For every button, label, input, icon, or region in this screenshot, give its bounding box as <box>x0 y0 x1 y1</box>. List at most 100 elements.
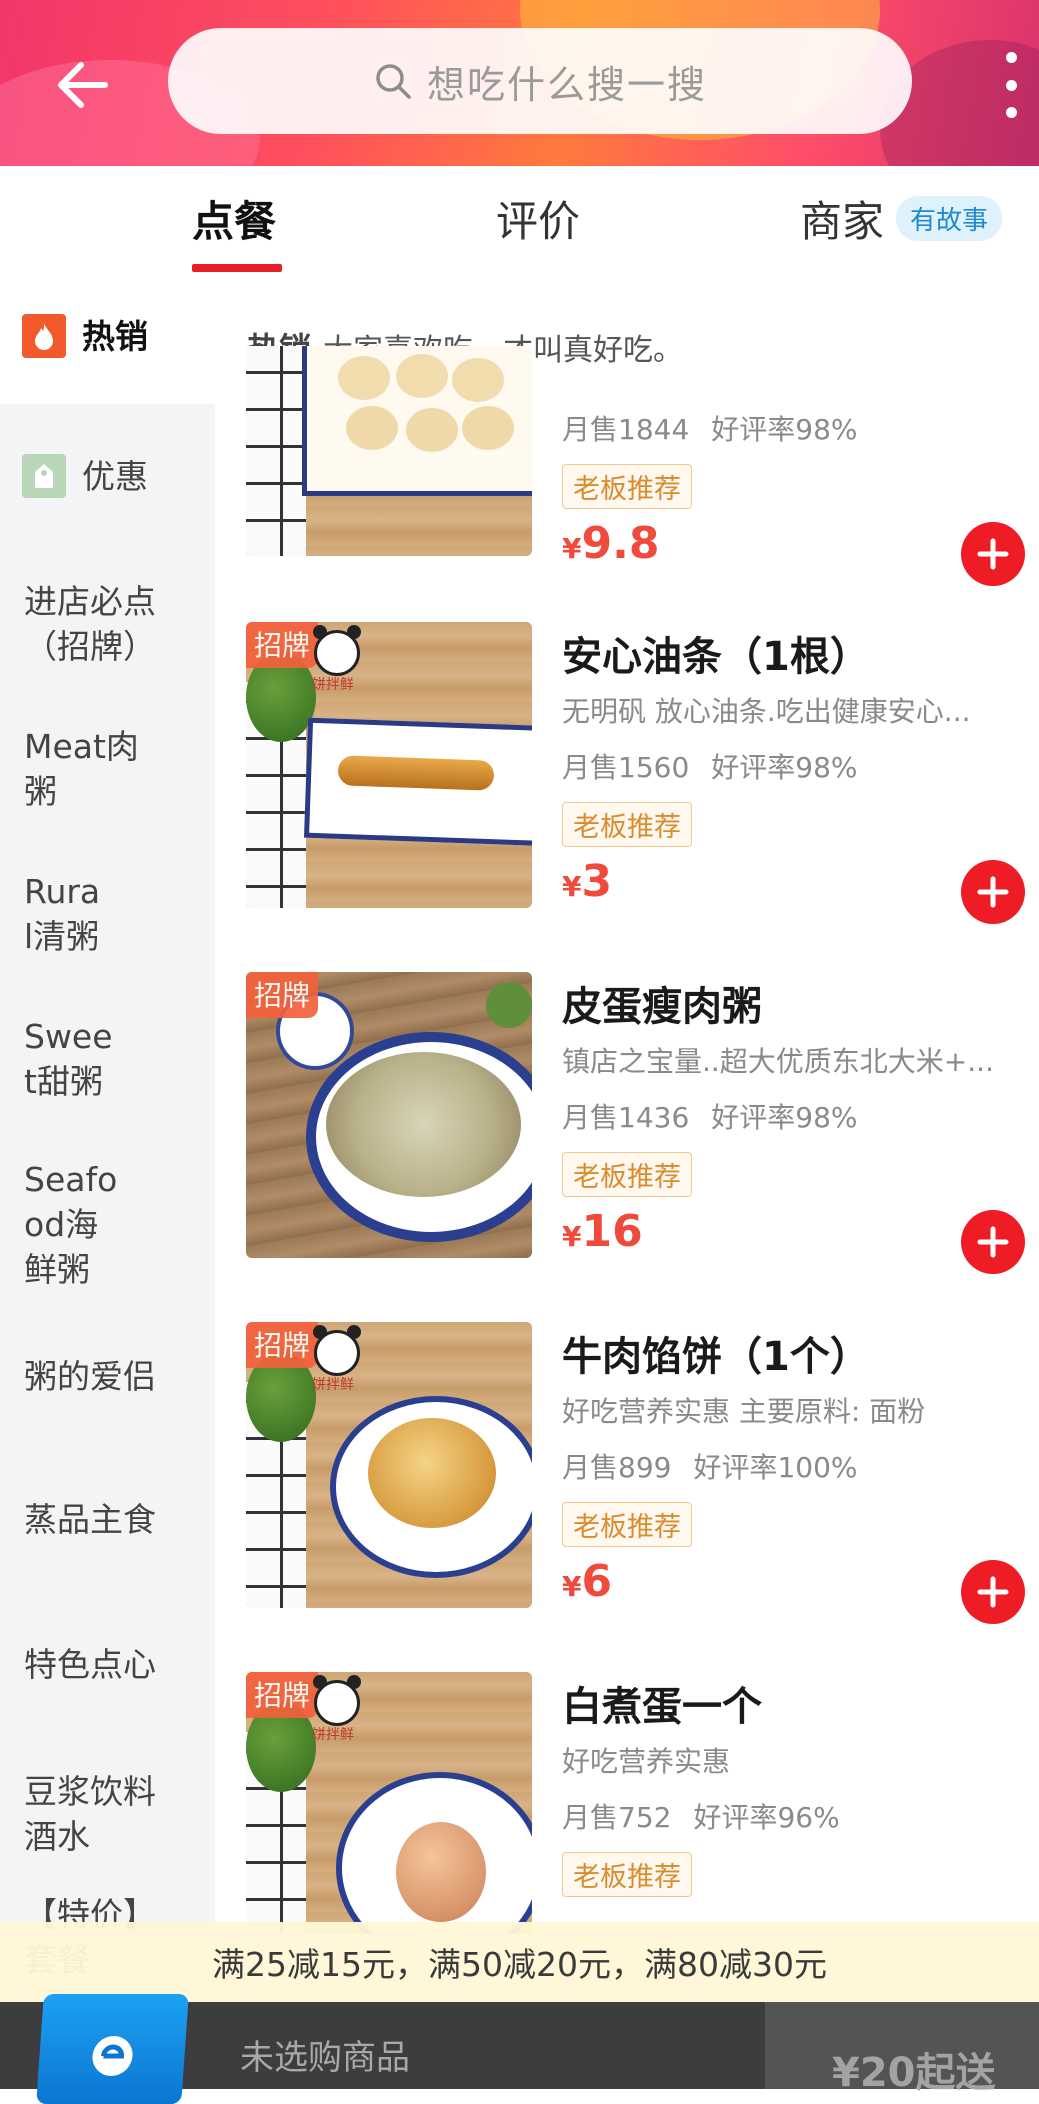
back-button[interactable] <box>48 50 118 120</box>
plus-icon <box>977 1226 1009 1258</box>
flame-icon <box>22 314 66 358</box>
sidebar-item-hot[interactable]: 热销 <box>0 274 215 404</box>
price: ¥3 <box>562 856 612 907</box>
sales-info: 月售1560 好评率98% <box>562 746 880 786</box>
product-name: 白煮蛋一个 <box>562 1684 762 1730</box>
boss-recommend-tag: 老板推荐 <box>562 1852 692 1897</box>
rating: 好评率96% <box>693 1801 840 1834</box>
tab-merchant[interactable]: 商家 <box>800 188 884 249</box>
sidebar-item-deals[interactable]: 优惠 <box>0 404 215 549</box>
price-value: 9.8 <box>581 518 660 569</box>
sidebar-item-signature[interactable]: 进店必点（招牌） <box>0 549 215 694</box>
plus-icon <box>977 538 1009 570</box>
monthly-sales: 月售1560 <box>562 751 690 784</box>
signature-badge: 招牌 <box>246 972 319 1018</box>
product-description: 好吃营养实惠 主要原料: 面粉 <box>562 1395 926 1428</box>
boss-recommend-tag: 老板推荐 <box>562 1152 692 1197</box>
product-description: 好吃营养实惠 <box>562 1745 731 1778</box>
product-name: 牛肉馅饼（1个） <box>562 1334 870 1380</box>
price-value: 16 <box>581 1206 643 1257</box>
arrow-left-icon <box>58 62 108 108</box>
product-image: 招牌 <box>246 972 532 1258</box>
sales-info: 月售899 好评率100% <box>562 1446 880 1486</box>
plus-icon <box>977 1576 1009 1608</box>
search-input[interactable]: 想吃什么搜一搜 <box>168 28 912 134</box>
currency-symbol: ¥ <box>562 532 582 565</box>
currency-symbol: ¥ <box>562 1570 582 1603</box>
product-name: 皮蛋瘦肉粥 <box>562 984 762 1030</box>
add-to-cart-button[interactable] <box>961 1210 1025 1274</box>
tab-bar: 点餐 评价 商家 有故事 <box>0 166 1039 275</box>
brand-name: 饼拌鲜 <box>312 1377 354 1393</box>
product-name: 安心油条（1根） <box>562 634 870 680</box>
sidebar-item-porridge-sides[interactable]: 粥的爱侣 <box>0 1304 215 1449</box>
product-image: 招牌 饼拌鲜 <box>246 622 532 908</box>
search-icon <box>376 64 411 99</box>
list-item[interactable]: 招牌 饼拌鲜 白煮蛋一个 好吃营养实惠 月售752 好评率96% 老板推荐 <box>215 1672 1039 1934</box>
sidebar-item-label: 粥的爱侣 <box>24 1357 156 1396</box>
sidebar-item-sweet-porridge[interactable]: Sweet甜粥 <box>0 984 215 1129</box>
price: ¥16 <box>562 1206 643 1257</box>
monthly-sales: 月售899 <box>562 1451 672 1484</box>
sidebar-item-steamed-staples[interactable]: 蒸品主食 <box>0 1449 215 1594</box>
more-menu-button[interactable] <box>996 52 1026 118</box>
brand-name: 饼拌鲜 <box>312 677 354 693</box>
header-banner: 想吃什么搜一搜 <box>0 0 1039 166</box>
add-to-cart-button[interactable] <box>961 860 1025 924</box>
boss-recommend-tag: 老板推荐 <box>562 802 692 847</box>
rating: 好评率98% <box>711 1101 858 1134</box>
list-item[interactable]: 招牌 皮蛋瘦肉粥 镇店之宝量..超大优质东北大米+... 月售1436 好评率98… <box>215 972 1039 1322</box>
product-list: 热销大家喜欢吃，才叫真好吃。 月售1844好评率98% 老板推荐 ¥9.8 <box>215 274 1039 1934</box>
monthly-sales: 月售752 <box>562 1801 672 1834</box>
brand-logo <box>313 1325 361 1376</box>
price: ¥6 <box>562 1556 612 1607</box>
monthly-sales: 月售1844 <box>562 413 690 446</box>
list-item[interactable]: 招牌 饼拌鲜 安心油条（1根） 无明矾 放心油条.吃出健康安心... 月售156… <box>215 622 1039 972</box>
sidebar-item-label: 豆浆饮料酒水 <box>24 1772 156 1856</box>
sidebar-item-label: 进店必点（招牌） <box>24 582 156 666</box>
more-vertical-icon <box>1005 52 1017 63</box>
product-image <box>246 346 532 556</box>
price: ¥9.8 <box>562 518 659 569</box>
sidebar-item-label: 特色点心 <box>24 1645 156 1684</box>
add-to-cart-button[interactable] <box>961 522 1025 586</box>
brand-name: 饼拌鲜 <box>312 1727 354 1743</box>
promotion-banner: 满25减15元，满50减20元，满80减30元 <box>0 1922 1039 2002</box>
active-tab-indicator <box>192 264 282 272</box>
sales-info: 月售1844 好评率98% <box>562 408 880 448</box>
sidebar-item-seafood-porridge[interactable]: Seafood海鲜粥 <box>0 1129 215 1304</box>
monthly-sales: 月售1436 <box>562 1101 690 1134</box>
sidebar-item-label: 优惠 <box>82 457 148 496</box>
tab-reviews[interactable]: 评价 <box>496 188 580 249</box>
sidebar-item-label: 热销 <box>82 317 148 356</box>
brand-logo <box>313 1675 361 1726</box>
cart-bar: 未选购商品 ¥20起送 <box>0 1994 1039 2104</box>
rating: 好评率100% <box>693 1451 858 1484</box>
price-value: 3 <box>581 856 613 907</box>
sidebar-item-label: Meat肉粥 <box>24 727 139 811</box>
boss-recommend-tag: 老板推荐 <box>562 464 692 509</box>
signature-badge: 招牌 <box>246 1322 319 1368</box>
sales-info: 月售1436 好评率98% <box>562 1096 880 1136</box>
sidebar-item-label: Sweet甜粥 <box>24 1017 113 1101</box>
sidebar-item-plain-porridge[interactable]: Rural清粥 <box>0 839 215 984</box>
search-placeholder: 想吃什么搜一搜 <box>426 62 707 107</box>
currency-symbol: ¥ <box>562 870 582 903</box>
product-description: 镇店之宝量..超大优质东北大米+... <box>562 1045 994 1078</box>
rating: 好评率98% <box>711 751 858 784</box>
category-sidebar: 热销 优惠 进店必点（招牌） Meat肉粥 Rural清粥 Sweet甜粥 Se… <box>0 274 215 1979</box>
cart-button[interactable] <box>36 1994 189 2104</box>
tab-order[interactable]: 点餐 <box>192 188 276 249</box>
sidebar-item-snacks[interactable]: 特色点心 <box>0 1594 215 1739</box>
sidebar-item-label: Rural清粥 <box>24 872 101 956</box>
sidebar-item-drinks[interactable]: 豆浆饮料酒水 <box>0 1739 215 1884</box>
plus-icon <box>977 876 1009 908</box>
sidebar-item-label: Seafood海鲜粥 <box>24 1160 118 1289</box>
signature-badge: 招牌 <box>246 622 319 668</box>
merchant-story-badge[interactable]: 有故事 <box>896 196 1003 241</box>
list-item[interactable]: 招牌 饼拌鲜 牛肉馅饼（1个） 好吃营养实惠 主要原料: 面粉 月售899 好评率… <box>215 1322 1039 1672</box>
product-image: 招牌 饼拌鲜 <box>246 1322 532 1608</box>
sidebar-item-label: 蒸品主食 <box>24 1500 156 1539</box>
add-to-cart-button[interactable] <box>961 1560 1025 1624</box>
sidebar-item-meat-porridge[interactable]: Meat肉粥 <box>0 694 215 839</box>
